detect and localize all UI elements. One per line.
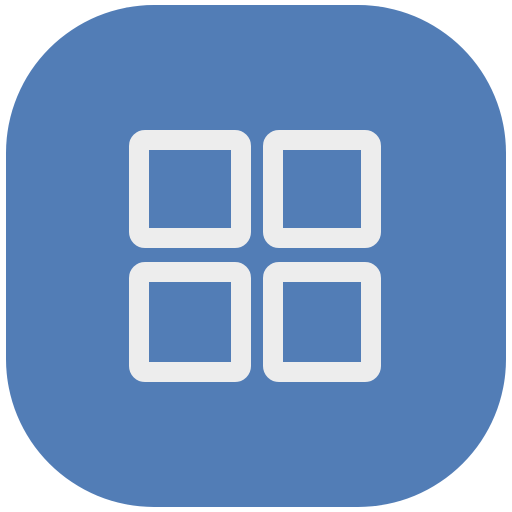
app-launcher-button[interactable] <box>6 5 506 507</box>
